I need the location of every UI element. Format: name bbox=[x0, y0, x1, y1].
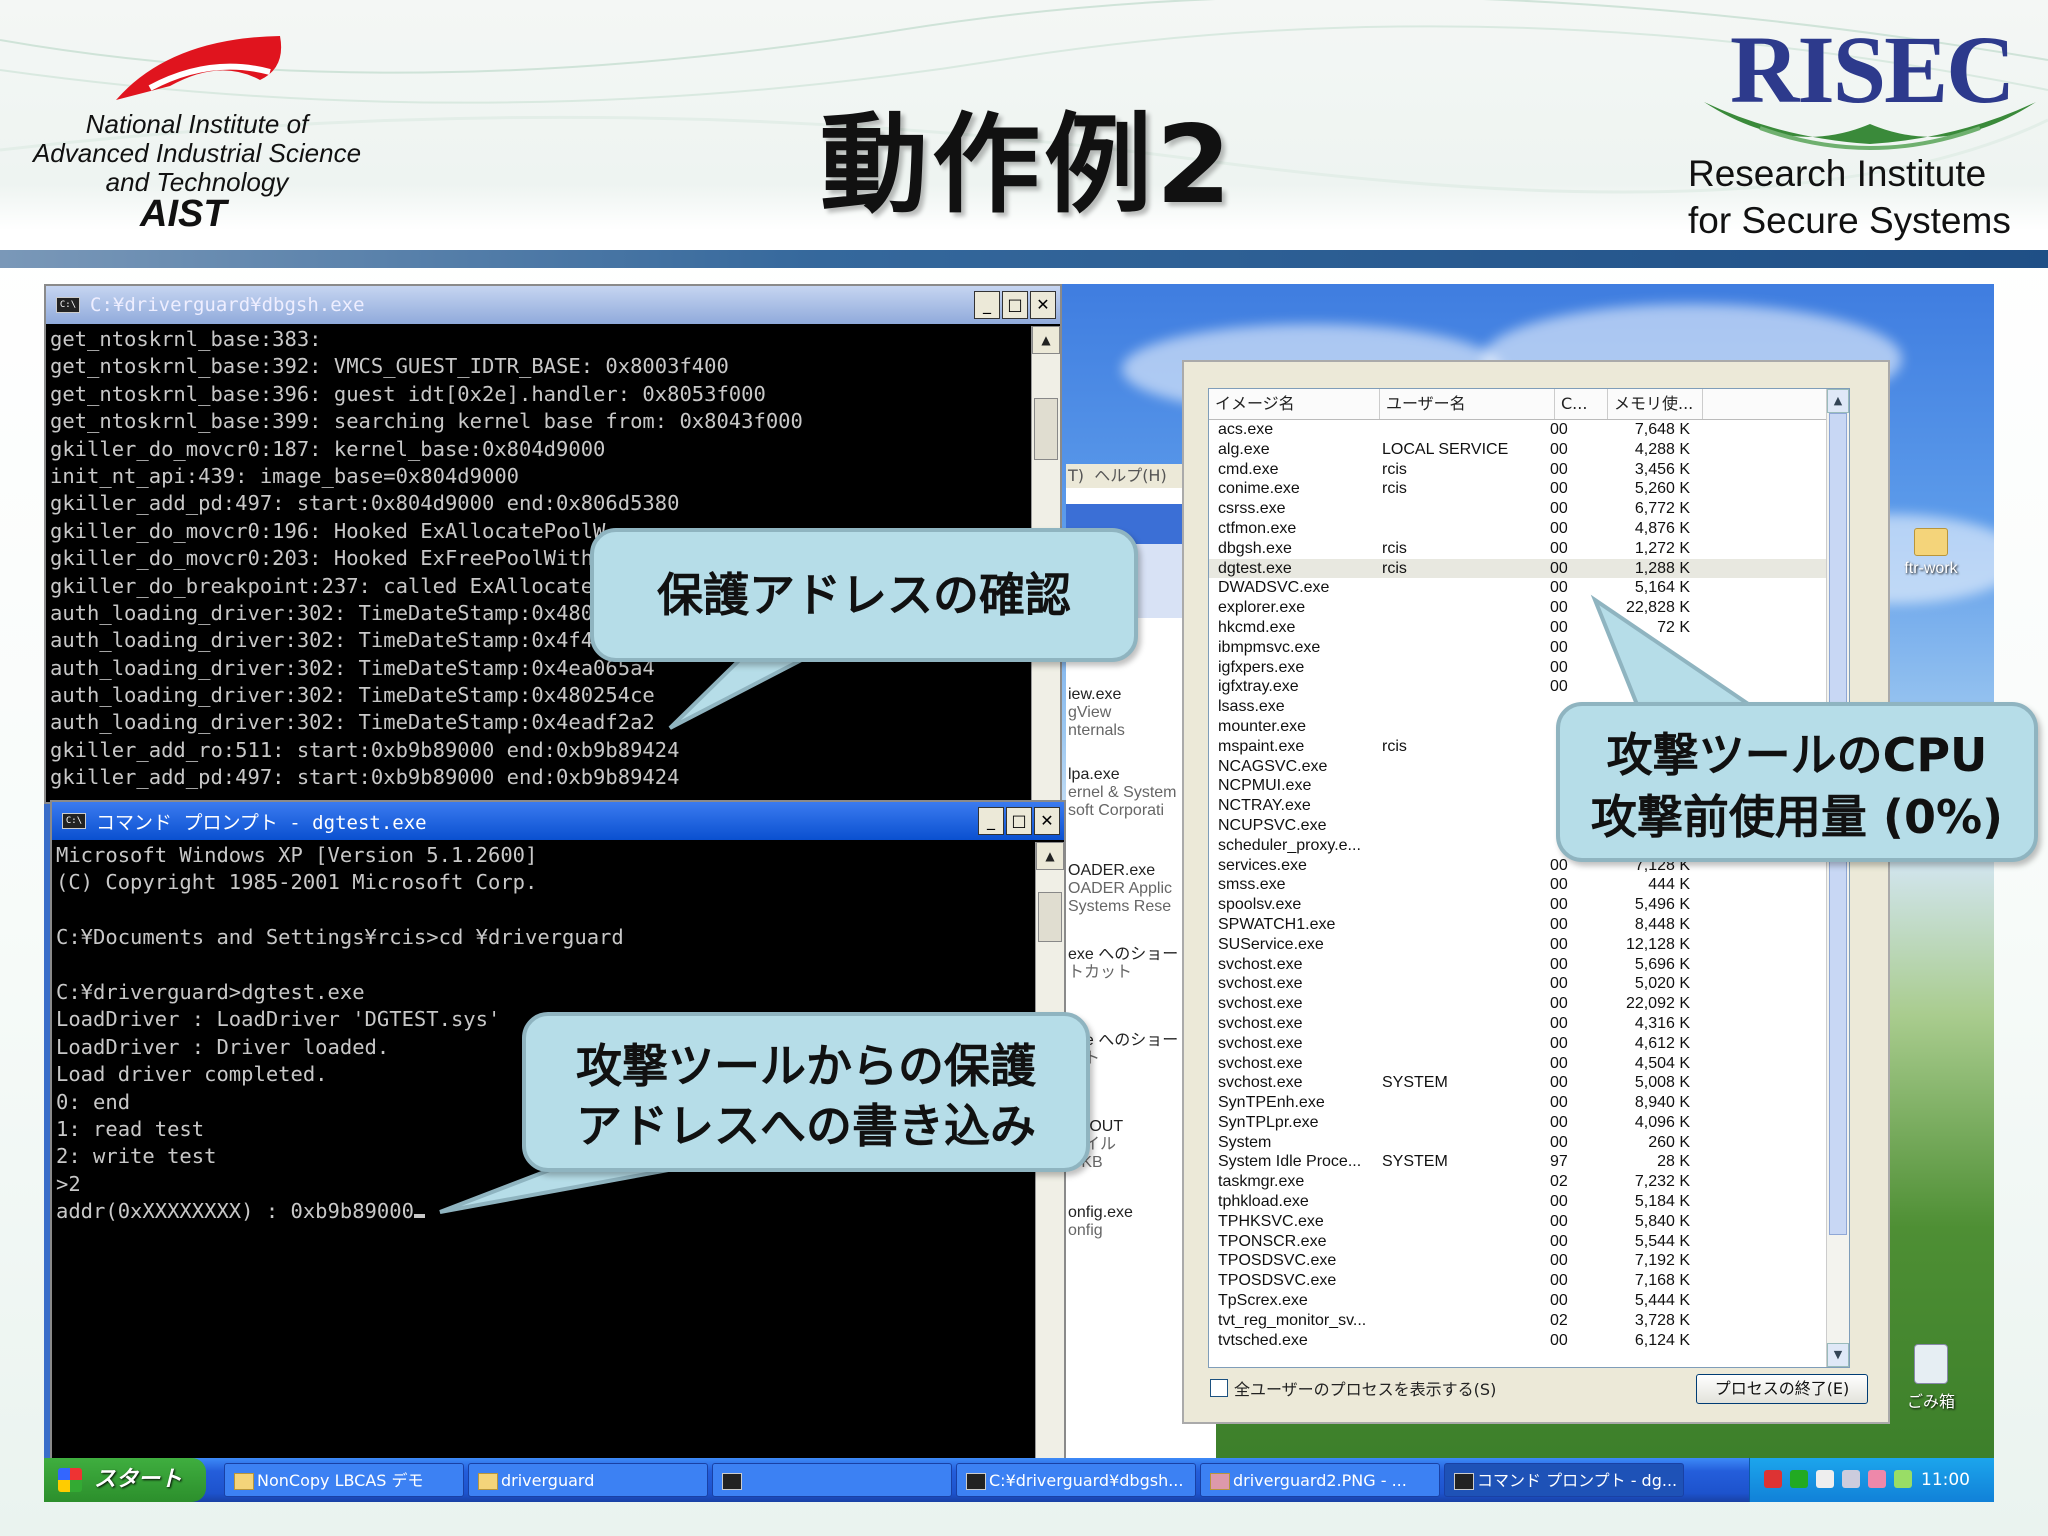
callout-cpu: 攻撃ツールのCPU 攻撃前使用量 (0%) bbox=[1556, 702, 2038, 862]
callout-write: 攻撃ツールからの保護 アドレスへの書き込み bbox=[522, 1012, 1090, 1172]
callout-confirm: 保護アドレスの確認 bbox=[590, 528, 1138, 662]
